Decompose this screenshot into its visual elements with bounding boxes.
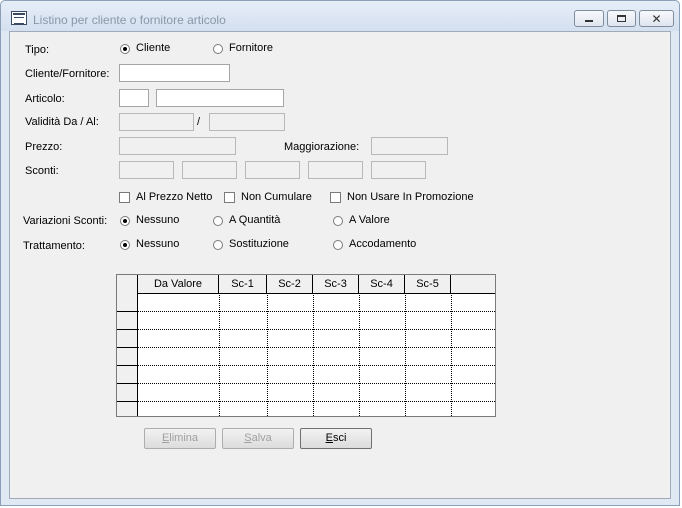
form-area: Tipo: Cliente Fornitore Cliente/Fornitor… — [9, 31, 671, 499]
radio-variazioni-valore[interactable] — [333, 216, 343, 226]
esci-accesskey: E — [325, 432, 333, 444]
validita-al-input[interactable] — [209, 113, 285, 131]
radio-trattamento-nessuno-label: Nessuno — [136, 238, 180, 250]
grid-row-selector-line — [117, 383, 138, 384]
articolo-code-input[interactable] — [119, 89, 149, 107]
maximize-icon — [617, 15, 626, 22]
sconto-4-input[interactable] — [308, 161, 363, 179]
grid-header-sc2[interactable]: Sc-2 — [267, 275, 313, 293]
radio-variazioni-quantita[interactable] — [213, 216, 223, 226]
radio-cliente-label: Cliente — [136, 42, 171, 54]
radio-trattamento-nessuno[interactable] — [120, 240, 130, 250]
sconto-5-input[interactable] — [371, 161, 426, 179]
variazioni-sconti-label: Variazioni Sconti: — [23, 215, 108, 227]
radio-variazioni-nessuno[interactable] — [120, 216, 130, 226]
grid-column-line — [219, 293, 220, 416]
radio-trattamento-sostituzione[interactable] — [213, 240, 223, 250]
cliente-fornitore-input[interactable] — [119, 64, 230, 82]
grid-row-line — [138, 383, 495, 384]
grid-column-line — [359, 293, 360, 416]
radio-trattamento-sostituzione-label: Sostituzione — [229, 238, 289, 250]
checkbox-prezzo-netto-label: Al Prezzo Netto — [136, 191, 213, 203]
grid-row-line — [138, 329, 495, 330]
grid-header-sc3[interactable]: Sc-3 — [313, 275, 359, 293]
radio-fornitore[interactable] — [213, 44, 223, 54]
window-title: Listino per cliente o fornitore articolo — [33, 13, 226, 27]
checkbox-non-usare-promozione-label: Non Usare In Promozione — [347, 191, 474, 203]
close-button[interactable]: ✕ — [639, 10, 674, 27]
sconto-2-input[interactable] — [182, 161, 237, 179]
maximize-button[interactable] — [607, 10, 636, 27]
checkbox-prezzo-netto[interactable] — [119, 192, 130, 203]
main-window: Listino per cliente o fornitore articolo… — [0, 0, 680, 506]
grid-column-line — [313, 293, 314, 416]
grid-row-selector-line — [117, 311, 138, 312]
grid-row-line — [138, 401, 495, 402]
grid-corner — [117, 275, 138, 293]
grid-row-selector-line — [117, 401, 138, 402]
grid-row-selector-line — [117, 365, 138, 366]
grid-header-da-valore[interactable]: Da Valore — [138, 275, 219, 293]
elimina-label: limina — [169, 432, 199, 444]
grid-row-line — [138, 365, 495, 366]
prezzo-input[interactable] — [119, 137, 236, 155]
validita-label: Validità Da / Al: — [25, 116, 99, 128]
esci-label: sci — [332, 432, 347, 444]
validita-separator: / — [197, 116, 201, 128]
minimize-button[interactable] — [574, 10, 604, 27]
grid-row-selector-line — [117, 329, 138, 330]
sconti-grid[interactable]: Da Valore Sc-1 Sc-2 Sc-3 Sc-4 Sc-5 — [116, 274, 496, 417]
salva-accesskey: S — [244, 432, 252, 444]
checkbox-non-cumulare[interactable] — [224, 192, 235, 203]
trattamento-label: Trattamento: — [23, 240, 85, 252]
app-icon — [11, 11, 27, 25]
articolo-label: Articolo: — [25, 93, 65, 105]
grid-row-selector-line — [117, 347, 138, 348]
salva-label: alva — [251, 432, 272, 444]
close-icon: ✕ — [651, 11, 662, 26]
grid-row-line — [138, 311, 495, 312]
radio-trattamento-accodamento[interactable] — [333, 240, 343, 250]
grid-column-line — [267, 293, 268, 416]
prezzo-label: Prezzo: — [25, 141, 63, 153]
tipo-label: Tipo: — [25, 44, 50, 56]
radio-variazioni-nessuno-label: Nessuno — [136, 214, 180, 226]
title-bar[interactable]: Listino per cliente o fornitore articolo… — [1, 1, 679, 31]
grid-header: Da Valore Sc-1 Sc-2 Sc-3 Sc-4 Sc-5 — [117, 275, 495, 294]
minimize-icon — [585, 19, 593, 22]
esci-button[interactable]: Esci — [300, 428, 372, 449]
grid-column-line — [451, 293, 452, 416]
grid-column-line — [405, 293, 406, 416]
radio-cliente[interactable] — [120, 44, 130, 54]
maggiorazione-input[interactable] — [371, 137, 448, 155]
maggiorazione-label: Maggiorazione: — [284, 141, 360, 153]
cliente-fornitore-label: Cliente/Fornitore: — [25, 68, 110, 80]
radio-variazioni-valore-label: A Valore — [349, 214, 390, 226]
grid-header-sc1[interactable]: Sc-1 — [219, 275, 267, 293]
sconti-label: Sconti: — [25, 165, 59, 177]
sconto-1-input[interactable] — [119, 161, 174, 179]
articolo-description-input[interactable] — [156, 89, 284, 107]
grid-header-sc5[interactable]: Sc-5 — [405, 275, 451, 293]
checkbox-non-usare-promozione[interactable] — [330, 192, 341, 203]
radio-variazioni-quantita-label: A Quantità — [229, 214, 281, 226]
validita-da-input[interactable] — [119, 113, 194, 131]
salva-button[interactable]: Salva — [222, 428, 294, 449]
grid-header-sc4[interactable]: Sc-4 — [359, 275, 405, 293]
radio-fornitore-label: Fornitore — [229, 42, 274, 54]
checkbox-non-cumulare-label: Non Cumulare — [241, 191, 312, 203]
radio-trattamento-accodamento-label: Accodamento — [349, 238, 417, 250]
grid-row-line — [138, 347, 495, 348]
elimina-button[interactable]: Elimina — [144, 428, 216, 449]
sconto-3-input[interactable] — [245, 161, 300, 179]
